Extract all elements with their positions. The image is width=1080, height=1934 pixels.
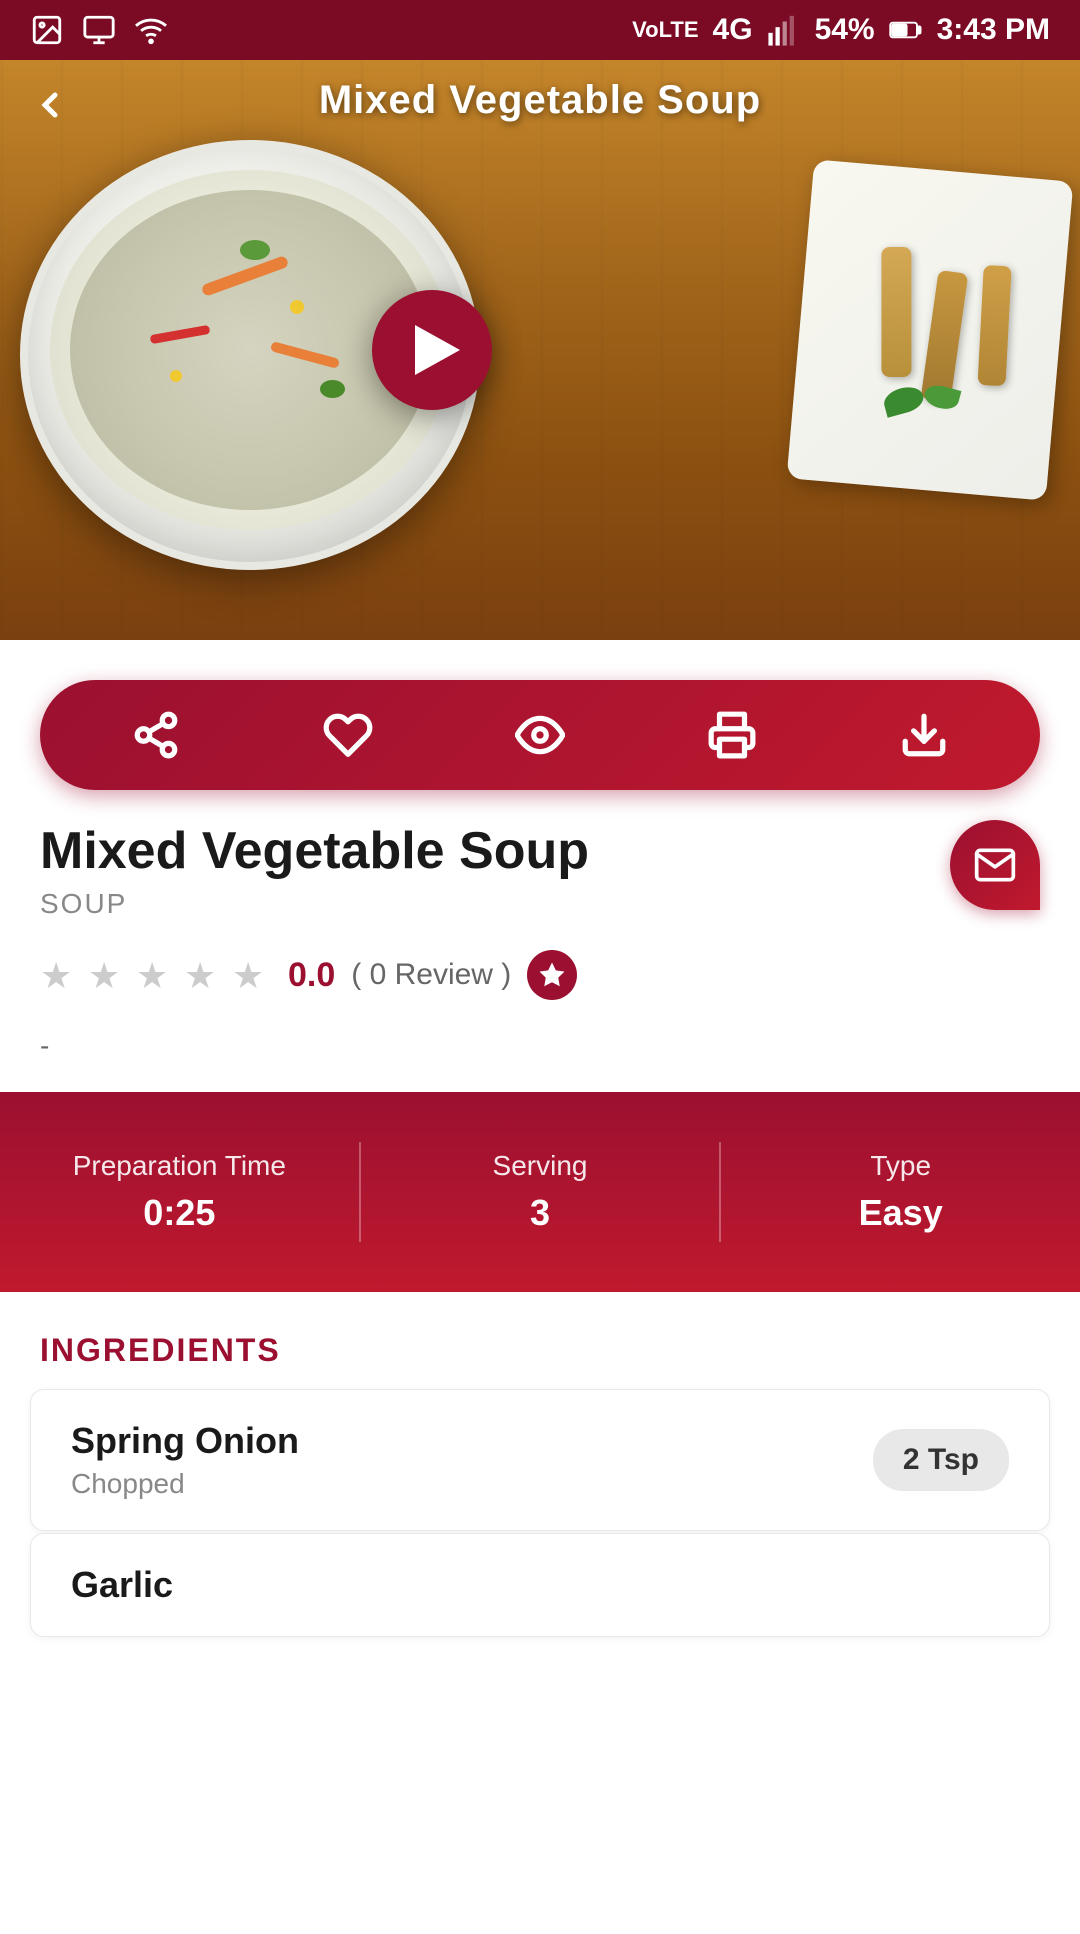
share-icon (131, 710, 181, 760)
rating-score: 0.0 (288, 956, 335, 995)
description-dash: - (0, 1020, 1080, 1092)
recipe-title: Mixed Vegetable Soup (40, 820, 589, 882)
star-1: ★ (40, 955, 80, 995)
heart-icon (323, 710, 373, 760)
add-review-icon (537, 960, 567, 990)
star-5: ★ (232, 955, 272, 995)
battery-icon (889, 18, 923, 42)
eye-icon (515, 710, 565, 760)
recipe-title-block: Mixed Vegetable Soup SOUP (40, 820, 589, 920)
status-icons (30, 13, 168, 47)
download-icon (899, 710, 949, 760)
email-button[interactable] (950, 820, 1040, 910)
hero-title-bar: Mixed Vegetable Soup (0, 60, 1080, 140)
star-2: ★ (88, 955, 128, 995)
play-icon (415, 325, 460, 375)
action-bar (40, 680, 1040, 790)
rating-row: ★ ★ ★ ★ ★ 0.0 ( 0 Review ) + (0, 940, 1080, 1020)
network-type: VoLTE (632, 19, 698, 41)
serving-cell: Serving 3 (361, 1150, 720, 1234)
email-icon (973, 843, 1017, 887)
download-button[interactable] (884, 695, 964, 775)
share-button[interactable] (116, 695, 196, 775)
type-cell: Type Easy (721, 1150, 1080, 1234)
image-icon (30, 13, 64, 47)
battery-percent: 54% (815, 13, 875, 47)
screen-icon (82, 13, 116, 47)
clock: 3:43 PM (937, 13, 1050, 47)
info-bar: Preparation Time 0:25 Serving 3 Type Eas… (0, 1092, 1080, 1292)
back-button[interactable] (20, 75, 80, 135)
review-count: ( 0 Review ) (351, 958, 511, 992)
side-dish-image (780, 120, 1080, 520)
type-label: Type (870, 1150, 931, 1182)
wifi-icon (134, 13, 168, 47)
star-4: ★ (184, 955, 224, 995)
add-review-button[interactable]: + (527, 950, 577, 1000)
network-4g: 4G (713, 13, 753, 47)
hero-image: Mixed Vegetable Soup (0, 60, 1080, 640)
signal-icon (767, 13, 801, 47)
star-3: ★ (136, 955, 176, 995)
recipe-category: SOUP (40, 888, 589, 920)
prep-time-label: Preparation Time (73, 1150, 286, 1182)
ingredient-detail: Chopped (71, 1468, 299, 1500)
recipe-header: Mixed Vegetable Soup SOUP (0, 820, 1080, 940)
serving-value: 3 (530, 1192, 550, 1234)
ingredient-item: Spring Onion Chopped 2 Tsp (30, 1389, 1050, 1531)
ingredient-partial-item: Garlic (30, 1533, 1050, 1637)
ingredient-quantity: 2 Tsp (873, 1429, 1009, 1491)
view-button[interactable] (500, 695, 580, 775)
type-value: Easy (859, 1192, 943, 1234)
ingredients-section-label: INGREDIENTS (0, 1292, 1080, 1389)
ingredient-info: Spring Onion Chopped (71, 1420, 299, 1500)
star-rating: ★ ★ ★ ★ ★ (40, 955, 272, 995)
play-button[interactable] (372, 290, 492, 410)
favorite-button[interactable] (308, 695, 388, 775)
ingredient-name: Spring Onion (71, 1420, 299, 1462)
prep-time-cell: Preparation Time 0:25 (0, 1150, 359, 1234)
ingredient-partial-name: Garlic (71, 1564, 1009, 1606)
print-icon (707, 710, 757, 760)
serving-label: Serving (493, 1150, 588, 1182)
print-button[interactable] (692, 695, 772, 775)
status-info: VoLTE 4G 54% 3:43 PM (632, 13, 1050, 47)
status-bar: VoLTE 4G 54% 3:43 PM (0, 0, 1080, 60)
prep-time-value: 0:25 (143, 1192, 215, 1234)
hero-title-text: Mixed Vegetable Soup (319, 78, 761, 123)
